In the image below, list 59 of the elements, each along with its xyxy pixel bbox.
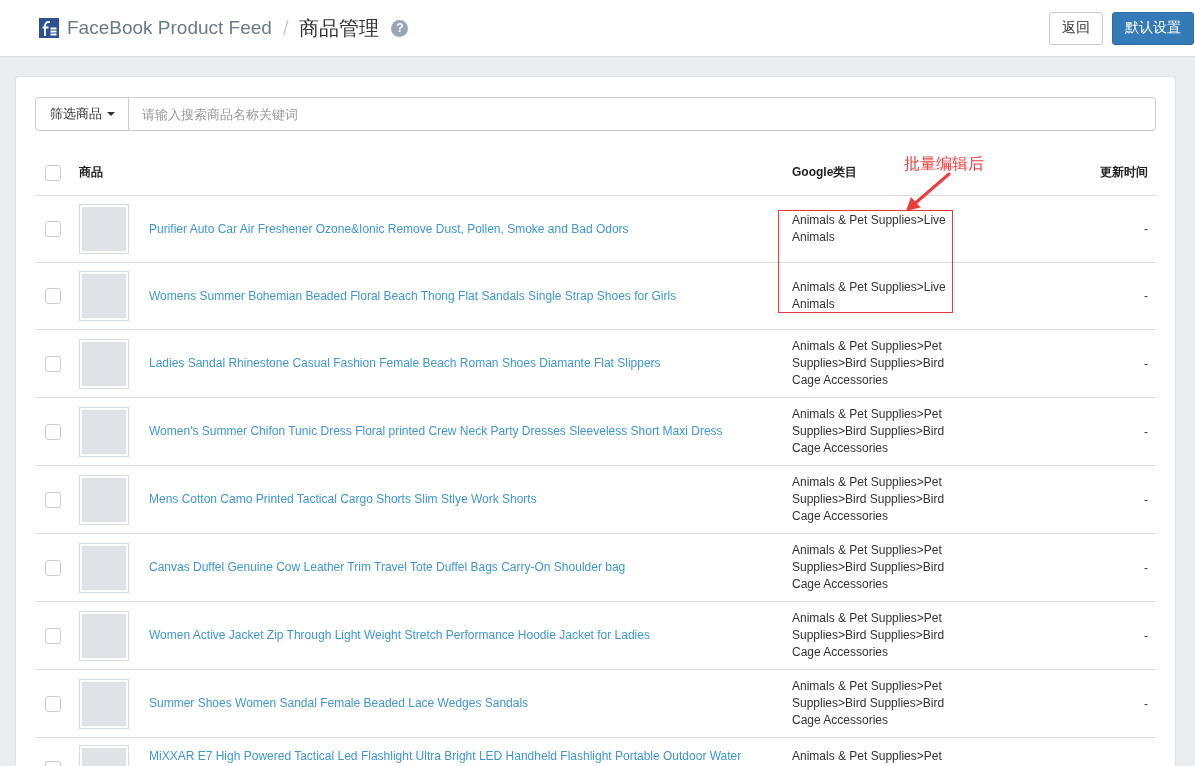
category-column-header: Google类目 [792,165,858,179]
category-text: Animals & Pet Supplies>Pet Supplies>Bird Supplies>Bird Cage Accessories [792,406,946,457]
product-link[interactable]: Purifier Auto Car Air Freshener Ozone&Ionic Remove Dust, Pollen, Smoke and Bad Odors [149,220,629,238]
category-text: Animals & Pet Supplies>Live Animals [792,212,947,246]
breadcrumb-separator: / [282,16,289,40]
product-link[interactable]: MiXXAR E7 High Powered Tactical Led Flashlight Ultra Bright LED Handheld Flashlight Portable Outdoor Water [149,748,742,765]
photo-placeholder [79,271,129,321]
category-text: Animals & Pet Supplies>Pet [792,748,943,765]
update-time: - [1144,628,1148,643]
category-text: Animals & Pet Supplies>Pet Supplies>Bird Supplies>Bird Cage Accessories [792,338,946,389]
photo-placeholder [79,474,129,525]
product-link[interactable]: Ladies Sandal Rhinestone Casual Fashion Female Beach Roman Shoes Diamante Flat Slippers [149,355,661,372]
category-text: Animals & Pet Supplies>Pet Supplies>Bird Supplies>Bird Cage Accessories [792,542,946,593]
product-link[interactable]: Canvas Duffel Genuine Cow Leather Trim Travel Tote Duffel Bags Carry-On Shoulder bag [149,559,626,576]
default-settings-button[interactable]: 默认设置 [1112,11,1194,45]
annotation-arrow [906,172,951,211]
photo-placeholder [79,406,129,457]
product-link[interactable]: Summer Shoes Women Sandal Female Beaded Lace Wedges Sandals [149,695,529,712]
category-text: Animals & Pet Supplies>Pet Supplies>Bird Supplies>Bird Cage Accessories [792,474,946,525]
row-checkbox[interactable] [45,221,61,237]
category-text: Animals & Pet Supplies>Live Animals [792,279,947,313]
row-checkbox[interactable] [45,355,61,372]
logo-icon [39,18,59,38]
product-link[interactable]: Women's Summer Chifon Tunic Dress Floral printed Crew Neck Party Dresses Sleeveless Short Maxi Dress [149,423,723,440]
annotation-label: 批量编辑后 [904,154,984,174]
update-time-column-header: 更新时间 [1100,165,1148,179]
row-checkbox[interactable] [45,423,61,440]
photo-placeholder [79,204,129,254]
product-column-header: 商品 [79,165,103,179]
caret-icon [106,112,115,116]
update-time: - [1144,222,1148,236]
page-title: 商品管理 [299,15,380,41]
category-text: Animals & Pet Supplies>Pet Supplies>Bird Supplies>Bird Cage Accessories [792,678,946,729]
category-text: Animals & Pet Supplies>Pet Supplies>Bird Supplies>Bird Cage Accessories [792,610,946,661]
row-checkbox[interactable] [45,559,61,576]
update-time: - [1144,356,1148,371]
product-link[interactable]: Women Active Jacket Zip Through Light Weight Stretch Performance Hoodie Jacket for Ladies [149,627,650,644]
row-checkbox[interactable] [45,627,61,644]
help-button[interactable]: ? [391,19,409,37]
row-checkbox[interactable] [45,288,61,304]
search-field[interactable]: 请输入搜索商品名称关键词 [129,97,1156,131]
photo-placeholder [79,610,129,661]
back-button[interactable]: 返回 [1049,11,1103,45]
update-time: - [1144,560,1148,575]
photo-placeholder [79,542,129,593]
product-link[interactable]: Womens Summer Bohemian Beaded Floral Beach Thong Flat Sandals Single Strap Shoes for Girls [149,287,677,305]
row-checkbox[interactable] [45,491,61,508]
app-title: FaceBook Product Feed [67,17,272,39]
update-time: - [1144,424,1148,439]
product-link[interactable]: Mens Cotton Camo Printed Tactical Cargo Shorts Slim Stlye Work Shorts [149,491,537,508]
select-all-checkbox[interactable] [45,164,61,181]
filter-dropdown[interactable]: 筛选商品 [35,97,129,131]
update-time: - [1144,289,1148,303]
photo-placeholder [79,678,129,729]
update-time: - [1144,696,1148,711]
photo-placeholder [79,338,129,389]
row-checkbox[interactable] [45,761,61,766]
row-checkbox[interactable] [45,695,61,712]
update-time: - [1144,492,1148,507]
